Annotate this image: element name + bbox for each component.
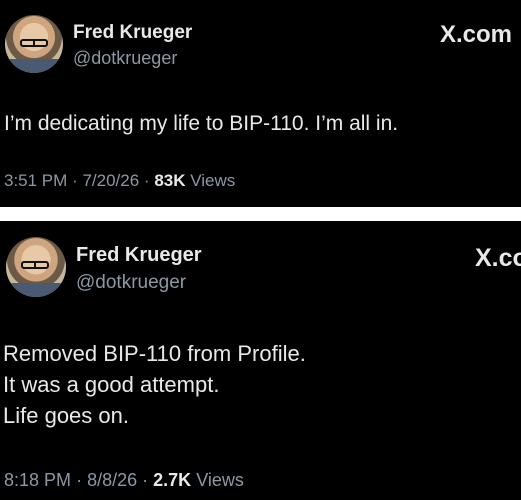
avatar[interactable]	[6, 237, 66, 297]
views-label: Views	[196, 470, 244, 490]
author-name[interactable]: Fred Krueger	[73, 22, 192, 44]
tweet-time[interactable]: 3:51 PM	[4, 171, 67, 190]
separator: ·	[142, 470, 149, 490]
tweet-date[interactable]: 7/20/26	[82, 171, 139, 190]
separator: ·	[76, 470, 83, 490]
author-name[interactable]: Fred Krueger	[76, 244, 202, 267]
tweet-card-1[interactable]: Fred Krueger @dotkrueger X.com I’m dedic…	[0, 0, 521, 207]
views-count: 2.7K	[153, 470, 192, 490]
views-count: 83K	[154, 171, 186, 190]
brand-label: X.co	[475, 244, 521, 272]
tweet-text: I’m dedicating my life to BIP-110. I’m a…	[4, 108, 398, 139]
tweet-text: Removed BIP-110 from Profile. It was a g…	[3, 338, 306, 431]
tweet-meta: 3:51 PM · 7/20/26 · 83K Views	[4, 171, 235, 191]
separator: ·	[72, 171, 78, 190]
author-handle[interactable]: @dotkrueger	[76, 272, 186, 294]
avatar[interactable]	[5, 15, 63, 73]
tweet-text-line: It was a good attempt.	[3, 372, 220, 397]
tweet-text-line: I’m dedicating my life to BIP-110. I’m a…	[4, 112, 399, 135]
brand-label: X.com	[440, 21, 513, 48]
tweet-text-line: Removed BIP-110 from Profile.	[3, 341, 306, 366]
separator: ·	[143, 171, 150, 190]
tweet-text-line: Life goes on.	[3, 403, 129, 428]
tweet-meta: 8:18 PM · 8/8/26 · 2.7K Views	[4, 470, 244, 491]
tweet-date[interactable]: 8/8/26	[87, 470, 137, 490]
views-label: Views	[190, 171, 236, 190]
tweet-card-2[interactable]: Fred Krueger @dotkrueger X.co Removed BI…	[0, 221, 521, 500]
author-handle[interactable]: @dotkrueger	[73, 48, 177, 69]
tweet-time[interactable]: 8:18 PM	[4, 470, 71, 490]
